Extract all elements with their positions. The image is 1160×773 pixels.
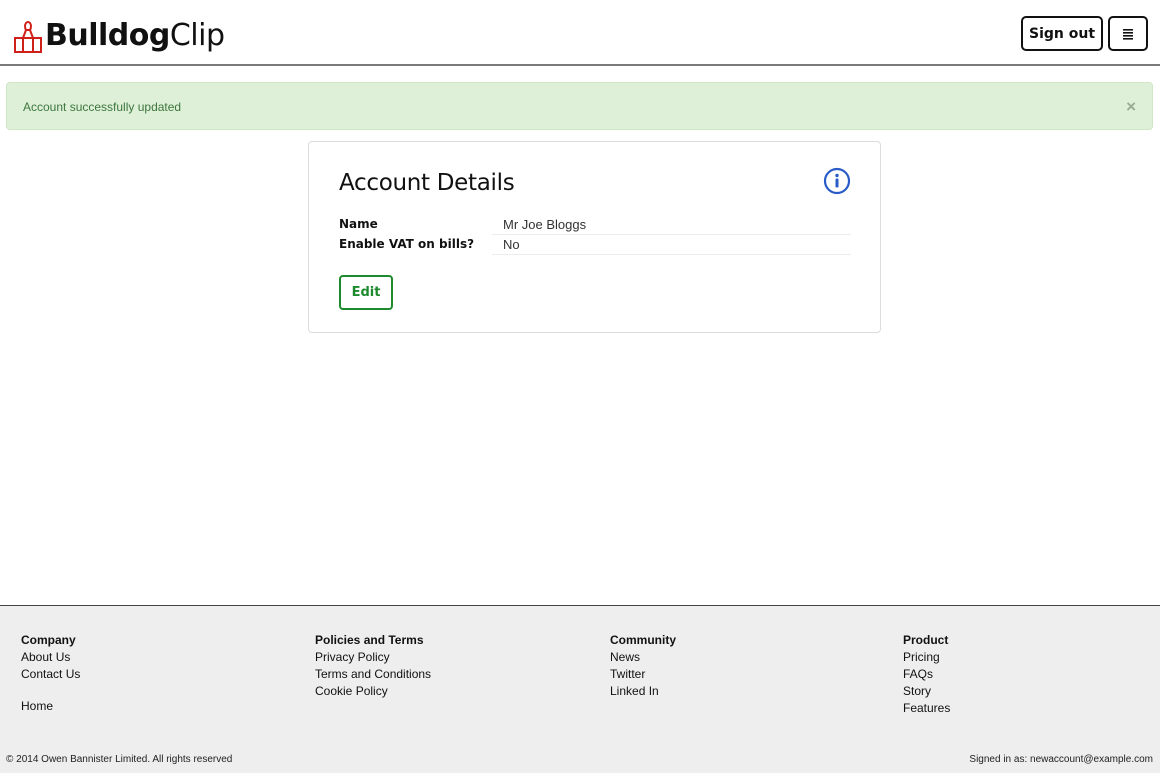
- footer-heading: Product: [903, 633, 949, 647]
- field-row-vat: Enable VAT on bills? No: [339, 234, 851, 255]
- footer-heading: Community: [610, 633, 676, 647]
- footer-link-twitter[interactable]: Twitter: [610, 666, 676, 683]
- copyright-text: © 2014 Owen Bannister Limited. All right…: [6, 754, 233, 765]
- field-value: Mr Joe Bloggs: [492, 214, 851, 235]
- footer-column-community: Community News Twitter Linked In: [610, 632, 676, 700]
- site-header: BulldogClip Sign out: [0, 0, 1160, 66]
- edit-button[interactable]: Edit: [339, 275, 393, 310]
- brand-logo[interactable]: BulldogClip: [13, 14, 225, 54]
- footer-link-features[interactable]: Features: [903, 700, 950, 717]
- info-icon[interactable]: [823, 167, 851, 195]
- footer-link-privacy-policy[interactable]: Privacy Policy: [315, 649, 431, 666]
- footer-link-cookie-policy[interactable]: Cookie Policy: [315, 683, 431, 700]
- footer-link-terms[interactable]: Terms and Conditions: [315, 666, 431, 683]
- footer-link-about-us[interactable]: About Us: [21, 649, 80, 666]
- footer-link-news[interactable]: News: [610, 649, 676, 666]
- footer-heading: Policies and Terms: [315, 633, 424, 647]
- site-footer: Company About Us Contact Us Home Policie…: [0, 605, 1160, 773]
- sign-out-button[interactable]: Sign out: [1021, 16, 1103, 51]
- field-row-name: Name Mr Joe Bloggs: [339, 214, 851, 235]
- account-details-card: Account Details Name Mr Joe Bloggs Enabl…: [308, 141, 881, 333]
- bulldog-clip-icon: [14, 21, 42, 53]
- footer-link-contact-us[interactable]: Contact Us: [21, 666, 80, 683]
- footer-link-pricing[interactable]: Pricing: [903, 649, 950, 666]
- page-title: Account Details: [339, 170, 515, 196]
- footer-link-home[interactable]: Home: [21, 698, 80, 715]
- footer-link-story[interactable]: Story: [903, 683, 950, 700]
- success-alert: Account successfully updated ×: [6, 82, 1153, 130]
- footer-column-company: Company About Us Contact Us Home: [21, 632, 80, 715]
- hamburger-menu-icon: [1123, 28, 1133, 40]
- footer-link-linkedin[interactable]: Linked In: [610, 683, 676, 700]
- brand-name-bold: Bulldog: [45, 18, 170, 53]
- footer-heading: Company: [21, 633, 76, 647]
- signed-in-status: Signed in as: newaccount@example.com: [969, 754, 1153, 765]
- footer-column-product: Product Pricing FAQs Story Features: [903, 632, 950, 717]
- footer-column-policies: Policies and Terms Privacy Policy Terms …: [315, 632, 431, 700]
- field-label: Name: [339, 217, 378, 231]
- field-value: No: [492, 234, 851, 255]
- brand-name-light: Clip: [169, 18, 225, 53]
- brand-name: BulldogClip: [45, 18, 225, 54]
- menu-button[interactable]: [1108, 16, 1148, 51]
- close-icon[interactable]: ×: [1126, 98, 1136, 115]
- field-label: Enable VAT on bills?: [339, 237, 475, 251]
- alert-message: Account successfully updated: [23, 100, 182, 114]
- footer-link-faqs[interactable]: FAQs: [903, 666, 950, 683]
